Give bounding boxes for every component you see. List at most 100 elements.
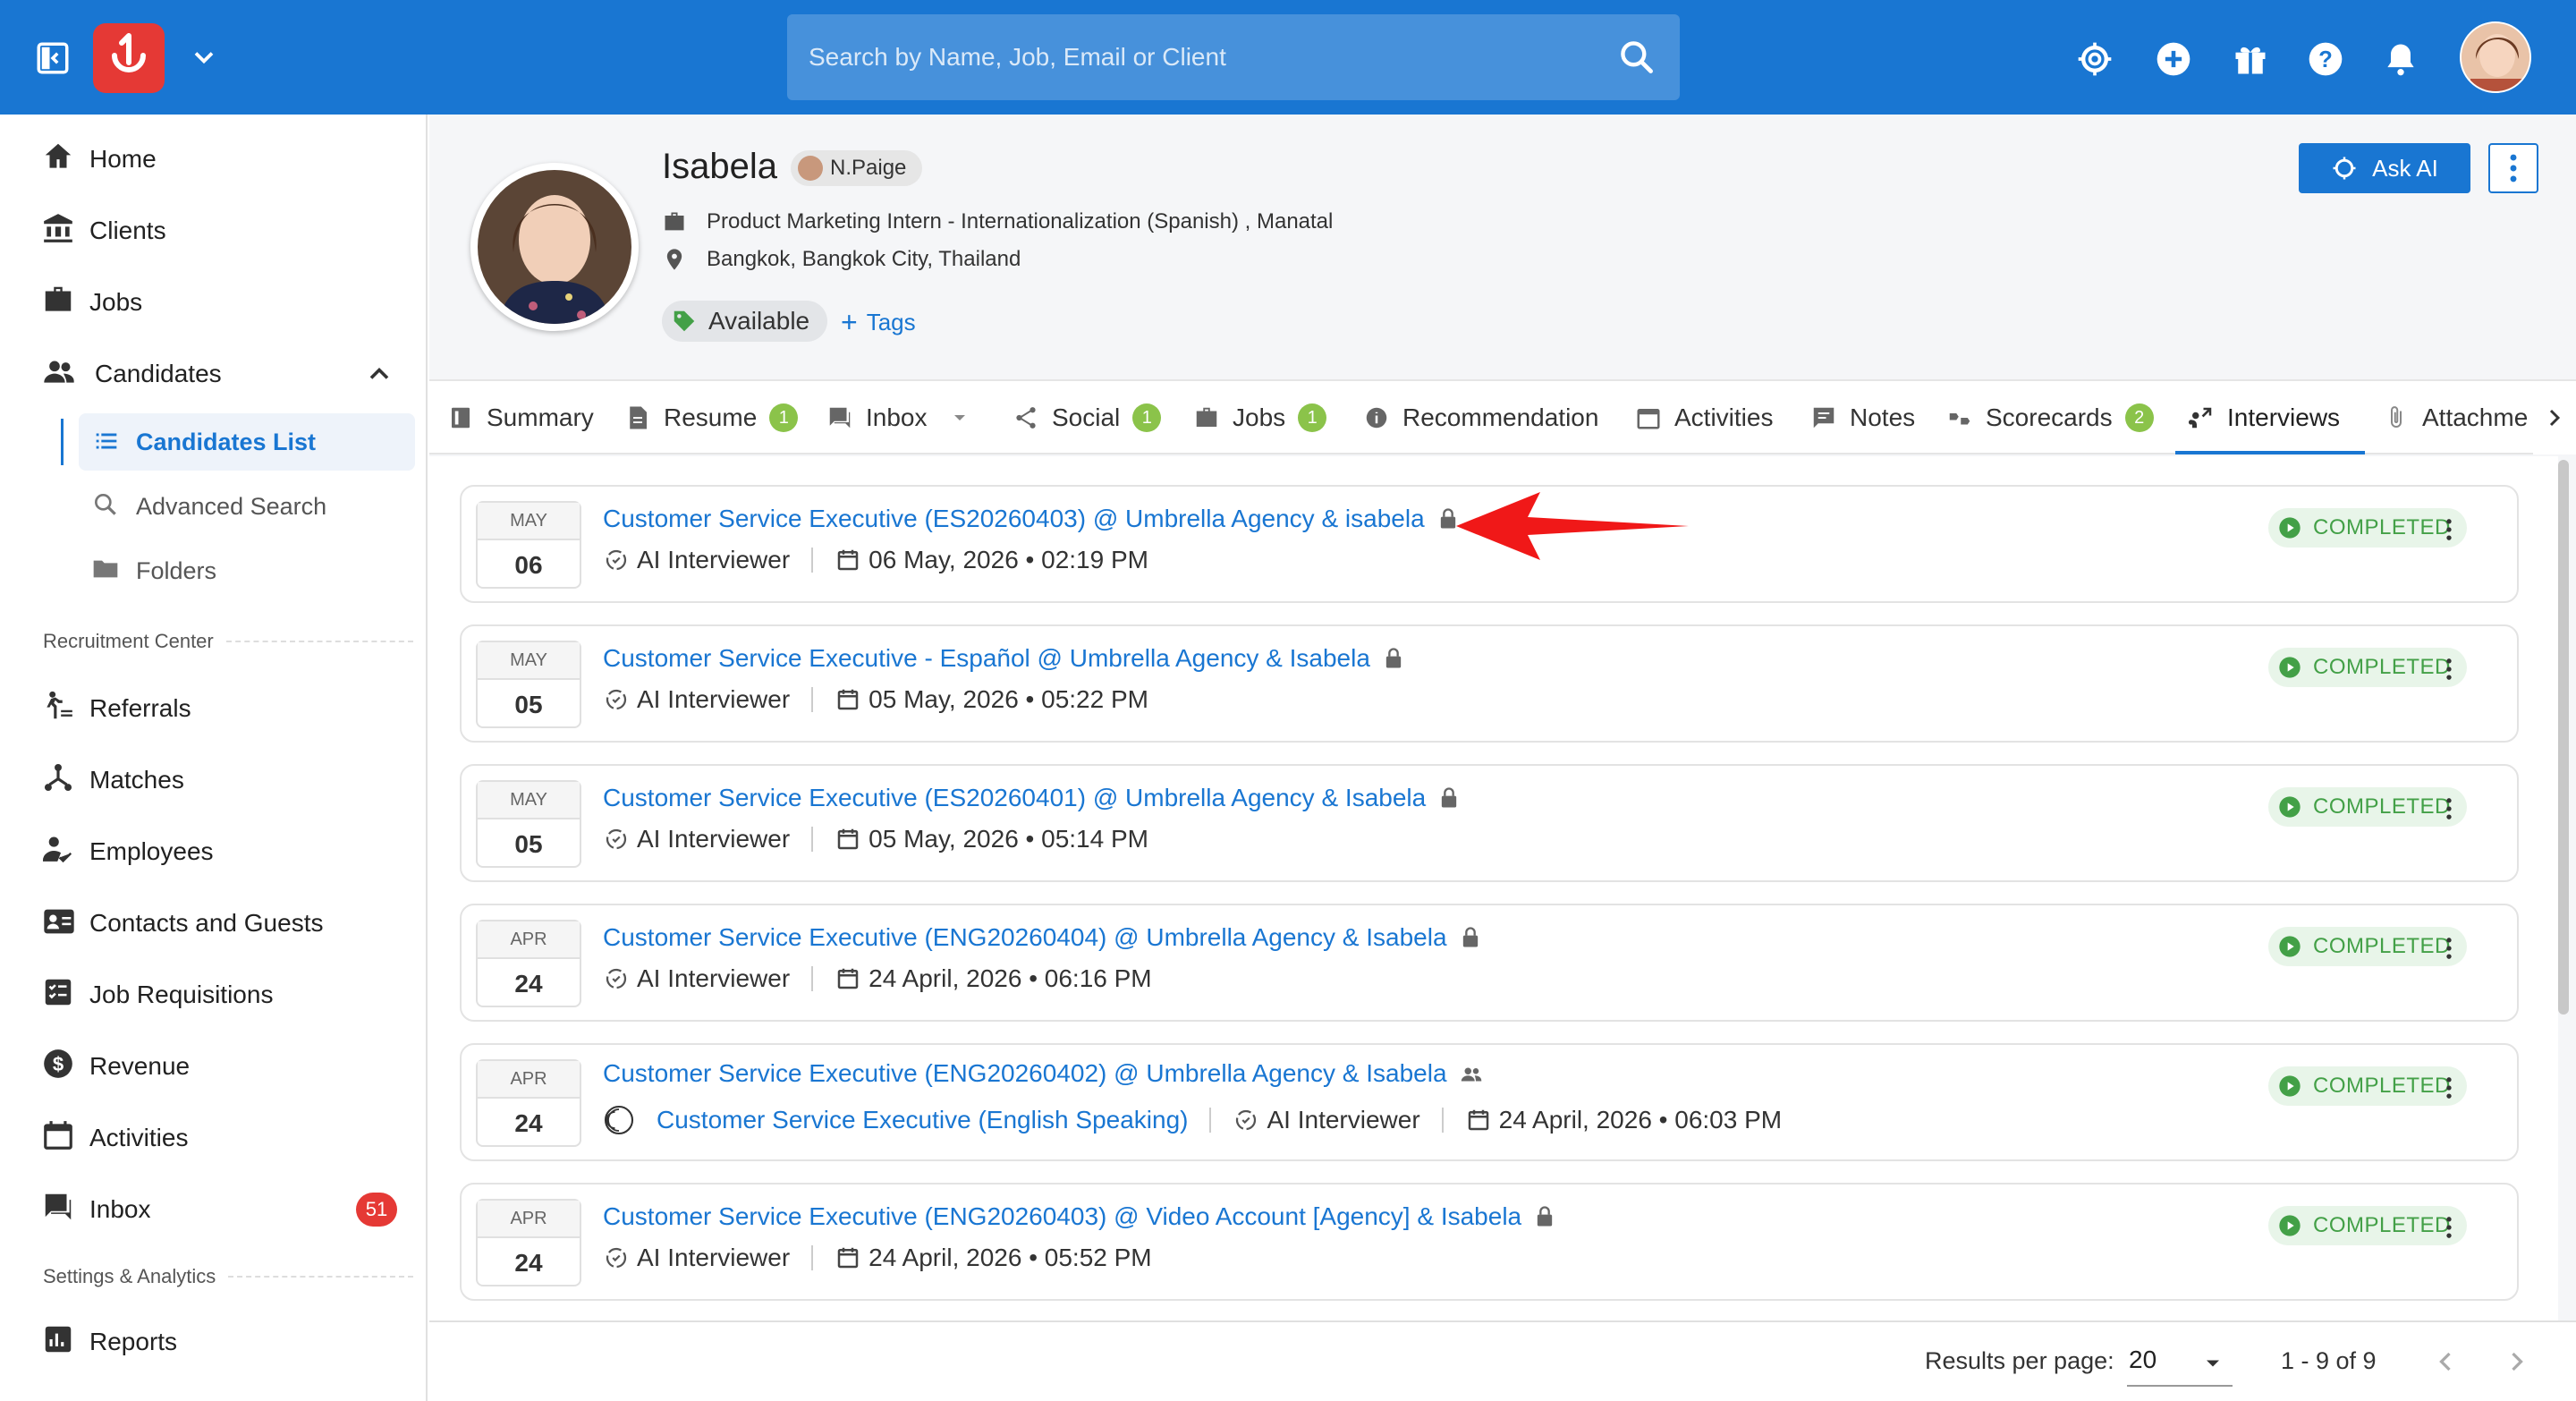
search-input[interactable]: [787, 14, 1680, 100]
tab-interviews[interactable]: Interviews: [2188, 381, 2340, 454]
home-icon: [41, 140, 80, 179]
interview-title-text[interactable]: Customer Service Executive (ES20260401) …: [603, 784, 1426, 812]
tags-label: Tags: [866, 308, 916, 335]
interview-meta: AI Interviewer 05 May, 2026 • 05:14 PM: [603, 825, 1148, 853]
sidebar-item-revenue[interactable]: $ Revenue: [0, 1034, 428, 1099]
chevron-up-icon[interactable]: [363, 358, 395, 390]
interviews-list: MAY 06 Customer Service Executive (ES202…: [429, 456, 2558, 1320]
sidebar-item-label: Folders: [136, 556, 217, 584]
interview-card[interactable]: APR 24 Customer Service Executive (ENG20…: [460, 904, 2519, 1022]
sidebar-item-folders[interactable]: Folders: [79, 542, 415, 599]
tab-count-badge: 1: [769, 403, 799, 432]
more-vertical-icon[interactable]: [2431, 791, 2467, 827]
scrollbar-thumb[interactable]: [2558, 460, 2569, 1015]
date-box: APR 24: [476, 920, 581, 1007]
sidebar-toggle-icon[interactable]: [34, 39, 72, 77]
sidebar-item-inbox[interactable]: Inbox 51: [0, 1177, 428, 1242]
app-logo[interactable]: [93, 23, 165, 93]
bell-icon[interactable]: [2381, 39, 2420, 79]
plus-icon: +: [841, 305, 858, 338]
chevron-down-icon[interactable]: [188, 41, 220, 73]
status-tag-available[interactable]: Available: [662, 301, 828, 342]
date-day: 05: [514, 691, 543, 718]
sidebar-item-reports[interactable]: Reports: [0, 1310, 428, 1374]
sidebar-item-label: Contacts and Guests: [89, 909, 324, 937]
more-vertical-icon[interactable]: [2431, 1070, 2467, 1106]
tab-attachments[interactable]: Attachme: [2383, 381, 2533, 454]
sidebar-item-matches[interactable]: Matches: [0, 748, 428, 812]
tab-summary[interactable]: Summary: [447, 381, 594, 454]
interview-card[interactable]: MAY 05 Customer Service Executive - Espa…: [460, 624, 2519, 743]
add-tags-button[interactable]: + Tags: [841, 304, 916, 340]
sidebar-item-candidates[interactable]: Candidates: [0, 342, 428, 406]
inbox-icon: [826, 404, 853, 431]
next-page-icon[interactable]: [2501, 1346, 2533, 1378]
interview-card[interactable]: APR 24 Customer Service Executive (ENG20…: [460, 1043, 2519, 1161]
date-box: MAY 05: [476, 641, 581, 728]
more-vertical-icon[interactable]: [2431, 651, 2467, 687]
ai-icon[interactable]: [2075, 39, 2114, 79]
tab-label: Interviews: [2227, 403, 2341, 431]
sidebar-item-label: Candidates List: [136, 428, 317, 455]
interview-title-text[interactable]: Customer Service Executive - Español @ U…: [603, 644, 1370, 673]
calendar-icon: [835, 686, 861, 713]
sidebar-item-label: Employees: [89, 837, 214, 865]
tab-social[interactable]: Social 1: [1013, 381, 1162, 454]
search-icon[interactable]: [1617, 38, 1657, 77]
interview-title[interactable]: Customer Service Executive (ENG20260402)…: [603, 1059, 1483, 1088]
more-vertical-icon[interactable]: [2431, 1210, 2467, 1245]
sidebar-item-referrals[interactable]: Referrals: [0, 676, 428, 741]
tabs-scroll-right-button[interactable]: [2533, 381, 2576, 454]
sidebar-item-label: Activities: [89, 1124, 189, 1151]
sidebar-item-advanced-search[interactable]: Advanced Search: [79, 478, 415, 535]
play-circle-icon: [2277, 934, 2302, 959]
sidebar-item-clients[interactable]: Clients: [0, 199, 428, 263]
tab-recommendation[interactable]: Recommendation: [1363, 381, 1598, 454]
lock-icon: [1381, 646, 1406, 671]
job-link[interactable]: Customer Service Executive (English Spea…: [657, 1106, 1188, 1134]
sidebar-item-contacts-guests[interactable]: Contacts and Guests: [0, 891, 428, 955]
employee-icon: [41, 832, 80, 871]
more-vertical-icon[interactable]: [2431, 930, 2467, 966]
tab-jobs[interactable]: Jobs 1: [1193, 381, 1327, 454]
interview-title[interactable]: Customer Service Executive (ES20260403) …: [603, 505, 1461, 533]
tab-resume[interactable]: Resume 1: [624, 381, 799, 454]
sidebar-item-candidates-list[interactable]: Candidates List: [79, 413, 415, 471]
sidebar-item-employees[interactable]: Employees: [0, 819, 428, 884]
date-day: 24: [514, 970, 543, 998]
tab-inbox[interactable]: Inbox: [826, 381, 970, 454]
ask-ai-button[interactable]: Ask AI: [2299, 143, 2470, 193]
add-icon[interactable]: [2154, 39, 2193, 79]
profile-more-button[interactable]: [2488, 143, 2538, 193]
interview-title-text[interactable]: Customer Service Executive (ES20260403) …: [603, 505, 1425, 533]
avatar[interactable]: [2460, 21, 2531, 93]
per-page-select[interactable]: 20: [2127, 1337, 2233, 1387]
caret-down-icon[interactable]: [949, 407, 970, 429]
gift-icon[interactable]: [2231, 39, 2270, 79]
owner-chip[interactable]: N.Paige: [791, 150, 923, 186]
candidate-avatar: [470, 163, 639, 331]
interview-title-text[interactable]: Customer Service Executive (ENG20260404)…: [603, 923, 1447, 952]
tab-notes[interactable]: Notes: [1810, 381, 1915, 454]
interview-title-text[interactable]: Customer Service Executive (ENG20260402)…: [603, 1059, 1447, 1088]
more-vertical-icon[interactable]: [2431, 512, 2467, 548]
interview-card[interactable]: MAY 05 Customer Service Executive (ES202…: [460, 764, 2519, 882]
tab-label: Attachme: [2422, 403, 2529, 431]
interview-title-text[interactable]: Customer Service Executive (ENG20260403)…: [603, 1202, 1521, 1231]
interview-title[interactable]: Customer Service Executive (ENG20260403)…: [603, 1202, 1557, 1231]
tab-activities[interactable]: Activities: [1635, 381, 1773, 454]
interview-title[interactable]: Customer Service Executive (ES20260401) …: [603, 784, 1462, 812]
prev-page-icon[interactable]: [2429, 1346, 2462, 1378]
interview-title[interactable]: Customer Service Executive - Español @ U…: [603, 644, 1406, 673]
tab-scorecards[interactable]: Scorecards 2: [1946, 381, 2154, 454]
sidebar-item-activities[interactable]: Activities: [0, 1106, 428, 1170]
tab-count-badge: 1: [1298, 403, 1327, 432]
per-page-value: 20: [2129, 1346, 2157, 1373]
interview-card[interactable]: APR 24 Customer Service Executive (ENG20…: [460, 1183, 2519, 1301]
interview-title[interactable]: Customer Service Executive (ENG20260404)…: [603, 923, 1483, 952]
candidate-location: Bangkok, Bangkok City, Thailand: [662, 247, 1021, 272]
sidebar-item-jobs[interactable]: Jobs: [0, 270, 428, 335]
help-icon[interactable]: ?: [2306, 39, 2345, 79]
sidebar-item-job-requisitions[interactable]: Job Requisitions: [0, 963, 428, 1027]
sidebar-item-home[interactable]: Home: [0, 127, 428, 191]
